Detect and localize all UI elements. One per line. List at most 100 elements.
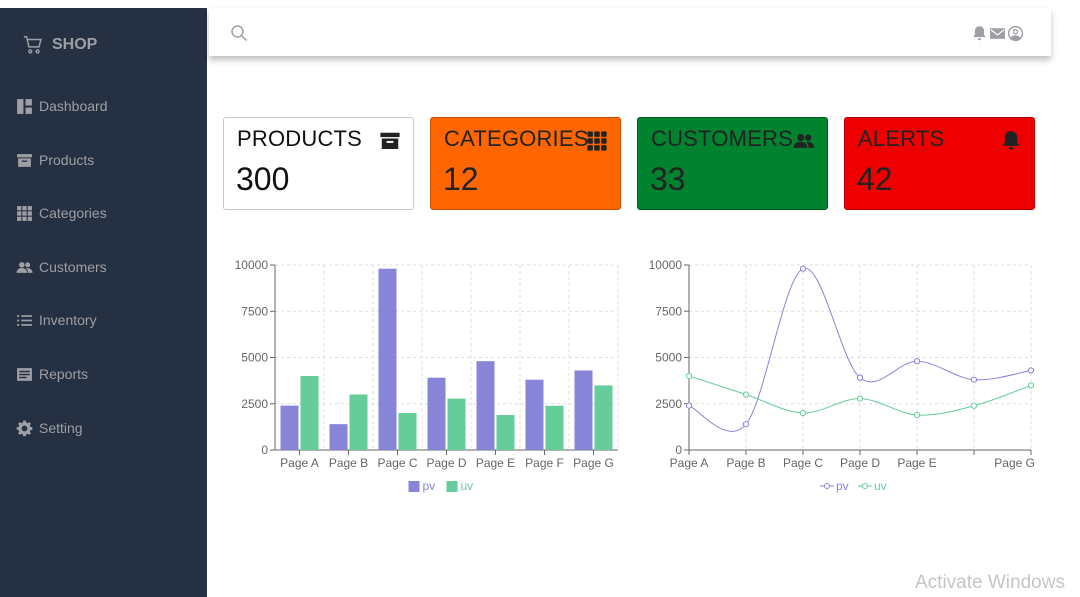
sidebar-item-label: Setting (39, 420, 83, 436)
legend-swatch (408, 481, 420, 492)
y-tick-label: 10000 (649, 258, 683, 272)
bar-uv (398, 413, 417, 450)
y-tick-label: 5000 (241, 351, 268, 365)
sidebar-item-setting[interactable]: Setting (15, 419, 83, 437)
point-uv (799, 409, 807, 417)
legend-marker (824, 483, 830, 489)
x-tick-label: Page C (377, 456, 417, 470)
card-products[interactable]: PRODUCTS 300 (223, 117, 414, 210)
bar-uv (300, 376, 319, 450)
bar-pv (574, 370, 593, 450)
sidebar-item-label: Customers (39, 259, 107, 275)
sidebar-item-inventory[interactable]: Inventory (15, 311, 97, 329)
sidebar: SHOP Dashboard Products Categories Custo… (0, 8, 207, 597)
grid-icon (15, 204, 33, 222)
bar-uv (545, 405, 564, 450)
card-title: CATEGORIES (444, 126, 589, 151)
point-uv (970, 402, 978, 409)
point-uv (685, 372, 693, 380)
point-uv (1027, 382, 1035, 389)
x-tick-label: Page G (994, 456, 1035, 470)
y-tick-label: 7500 (241, 304, 268, 318)
sidebar-item-label: Categories (39, 205, 107, 221)
x-tick-label: Page B (726, 456, 765, 470)
bar-uv (594, 385, 613, 450)
bell-icon (1000, 130, 1022, 152)
card-title: ALERTS (858, 126, 945, 151)
legend-marker (862, 483, 868, 489)
y-tick-label: 10000 (235, 258, 269, 272)
card-title: PRODUCTS (237, 126, 363, 151)
people-icon (15, 258, 33, 276)
legend-swatch (446, 481, 458, 492)
list-icon (15, 311, 33, 329)
bar-pv (329, 424, 348, 450)
legend-label: pv (836, 479, 849, 493)
brand[interactable]: SHOP (22, 34, 97, 56)
archive-icon (379, 130, 401, 152)
grid-icon (586, 130, 608, 152)
y-tick-label: 2500 (655, 397, 682, 411)
sidebar-item-customers[interactable]: Customers (15, 258, 107, 276)
bar-uv (447, 398, 466, 450)
bar-pv (280, 405, 299, 450)
sidebar-item-label: Inventory (39, 312, 97, 328)
card-alerts[interactable]: ALERTS 42 (844, 117, 1035, 210)
point-uv (856, 395, 864, 402)
sidebar-item-label: Reports (39, 366, 89, 382)
bell-icon[interactable] (971, 25, 988, 42)
point-pv (685, 402, 693, 409)
x-tick-label: Page E (897, 456, 936, 470)
envelope-icon[interactable] (989, 25, 1006, 42)
sidebar-item-products[interactable]: Products (15, 151, 94, 169)
sidebar-item-categories[interactable]: Categories (15, 204, 107, 222)
line-chart-svg: 0 2500 5000 7500 10000 Page A Page B Page C Page… (649, 258, 1035, 493)
sidebar-item-label: Products (39, 152, 95, 168)
user-circle-icon[interactable] (1007, 25, 1024, 42)
bar-pv (525, 379, 544, 450)
bar-chart-svg: 0 2500 5000 7500 10000 Page A Page B Page C Page… (235, 258, 619, 493)
point-pv (1027, 367, 1035, 374)
y-tick-label: 5000 (655, 351, 682, 365)
card-customers[interactable]: CUSTOMERS 33 (637, 117, 828, 210)
point-pv (742, 421, 750, 428)
y-tick-label: 0 (261, 443, 268, 457)
top-header (209, 8, 1051, 56)
legend-label: uv (461, 479, 474, 493)
card-value: 33 (650, 161, 686, 197)
archive-icon (15, 151, 33, 169)
top-strip (0, 0, 1080, 8)
bar-pv (476, 361, 495, 450)
x-tick-label: Page D (840, 456, 880, 470)
card-categories[interactable]: CATEGORIES 12 (430, 117, 621, 210)
point-pv (970, 376, 978, 383)
sidebar-item-dashboard[interactable]: Dashboard (15, 97, 108, 115)
gear-icon (15, 419, 33, 437)
sidebar-item-reports[interactable]: Reports (15, 365, 88, 383)
bar-pv (378, 268, 397, 450)
bar-chart: 0 2500 5000 7500 10000 Page A Page B Page C Page… (218, 240, 628, 515)
x-tick-label: Page C (783, 456, 823, 470)
y-tick-label: 0 (675, 443, 682, 457)
bar-uv (349, 394, 368, 450)
card-value: 42 (857, 161, 893, 197)
x-tick-label: Page B (329, 456, 368, 470)
bar-uv (496, 415, 515, 450)
search-icon[interactable] (230, 24, 248, 42)
dashboard-icon (15, 97, 33, 115)
brand-name: SHOP (52, 36, 98, 53)
card-value: 12 (443, 161, 479, 197)
x-tick-label: Page A (280, 456, 319, 470)
legend-label: uv (874, 479, 887, 493)
x-tick-label: Page F (525, 456, 564, 470)
report-icon (15, 365, 33, 383)
y-tick-label: 2500 (241, 397, 268, 411)
point-pv (799, 265, 807, 272)
bar-pv (427, 377, 446, 450)
point-uv (913, 411, 921, 419)
card-value: 300 (236, 161, 290, 197)
x-tick-label: Page G (573, 456, 614, 470)
legend-label: pv (423, 479, 436, 493)
sidebar-item-label: Dashboard (39, 98, 108, 114)
x-tick-label: Page A (670, 456, 709, 470)
